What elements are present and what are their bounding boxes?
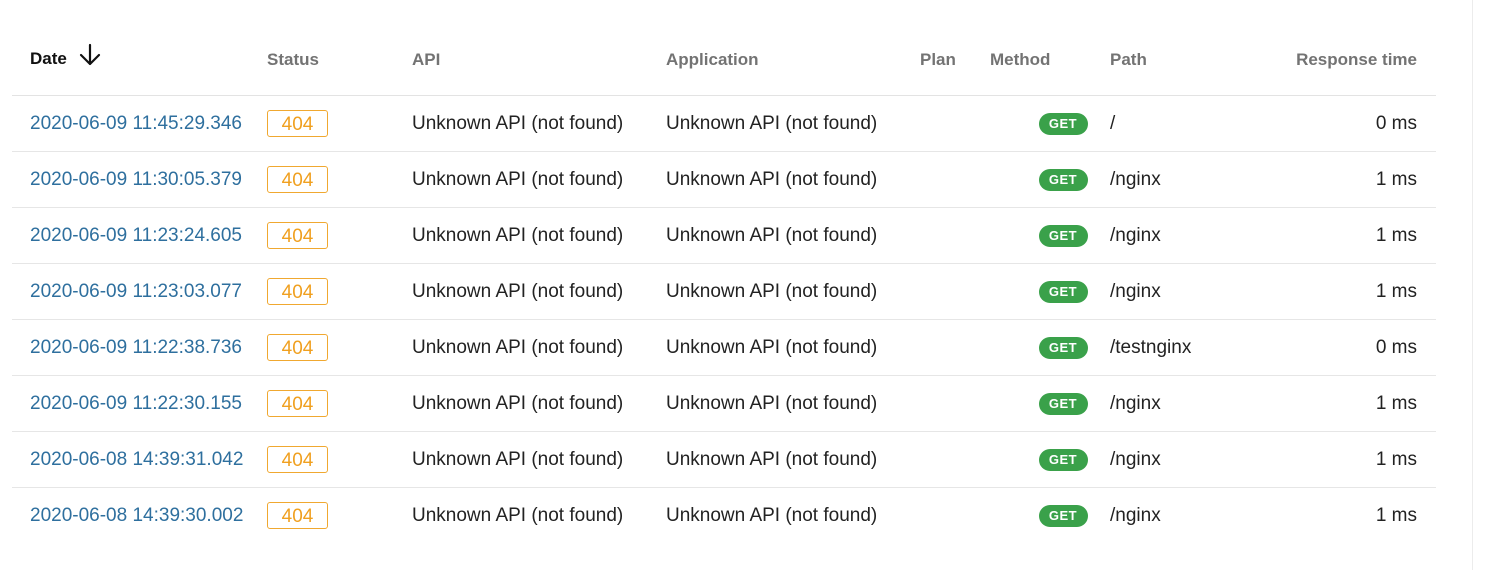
method-badge: GET — [1038, 113, 1088, 135]
status-badge: 404 — [267, 502, 328, 529]
date-link[interactable]: 2020-06-08 14:39:31.042 — [30, 449, 243, 470]
path-cell: /nginx — [1110, 263, 1280, 320]
column-header-response-time[interactable]: Response time — [1280, 24, 1436, 96]
api-cell: Unknown API (not found) — [412, 375, 666, 432]
application-cell: Unknown API (not found) — [666, 431, 920, 488]
method-badge: GET — [1038, 505, 1088, 527]
method-badge: GET — [1038, 449, 1088, 471]
path-cell: /testnginx — [1110, 319, 1280, 376]
path-cell: /nginx — [1110, 207, 1280, 264]
path-cell: / — [1110, 95, 1280, 152]
plan-cell — [920, 431, 990, 488]
date-link[interactable]: 2020-06-09 11:23:24.605 — [30, 225, 242, 246]
date-link[interactable]: 2020-06-09 11:30:05.379 — [30, 169, 242, 190]
method-badge: GET — [1038, 337, 1088, 359]
date-link[interactable]: 2020-06-09 11:22:30.155 — [30, 393, 242, 414]
date-link[interactable]: 2020-06-09 11:23:03.077 — [30, 281, 242, 302]
plan-cell — [920, 151, 990, 208]
table-row[interactable]: 2020-06-08 14:39:31.042 404 Unknown API … — [12, 431, 1436, 488]
method-badge: GET — [1038, 393, 1088, 415]
date-link[interactable]: 2020-06-09 11:22:38.736 — [30, 337, 242, 358]
table-row[interactable]: 2020-06-09 11:45:29.346 404 Unknown API … — [12, 95, 1436, 152]
application-cell: Unknown API (not found) — [666, 263, 920, 320]
api-cell: Unknown API (not found) — [412, 151, 666, 208]
response-time-cell: 1 ms — [1280, 207, 1436, 264]
table-row[interactable]: 2020-06-09 11:23:03.077 404 Unknown API … — [12, 263, 1436, 320]
plan-cell — [920, 263, 990, 320]
response-time-cell: 0 ms — [1280, 95, 1436, 152]
api-cell: Unknown API (not found) — [412, 207, 666, 264]
application-cell: Unknown API (not found) — [666, 151, 920, 208]
response-time-cell: 1 ms — [1280, 151, 1436, 208]
table-row[interactable]: 2020-06-08 14:39:30.002 404 Unknown API … — [12, 488, 1436, 544]
path-cell: /nginx — [1110, 151, 1280, 208]
application-cell: Unknown API (not found) — [666, 95, 920, 152]
table-row[interactable]: 2020-06-09 11:22:38.736 404 Unknown API … — [12, 319, 1436, 376]
column-header-status[interactable]: Status — [267, 24, 412, 96]
plan-cell — [920, 95, 990, 152]
response-time-cell: 1 ms — [1280, 431, 1436, 488]
plan-cell — [920, 207, 990, 264]
response-time-cell: 1 ms — [1280, 263, 1436, 320]
method-badge: GET — [1038, 225, 1088, 247]
application-cell: Unknown API (not found) — [666, 207, 920, 264]
path-cell: /nginx — [1110, 375, 1280, 432]
method-badge: GET — [1038, 169, 1088, 191]
status-badge: 404 — [267, 390, 328, 417]
application-cell: Unknown API (not found) — [666, 375, 920, 432]
status-badge: 404 — [267, 446, 328, 473]
path-cell: /nginx — [1110, 504, 1161, 526]
response-time-cell: 1 ms — [1280, 375, 1436, 432]
status-badge: 404 — [267, 110, 328, 137]
column-header-plan[interactable]: Plan — [920, 24, 990, 96]
scroll-divider — [1472, 0, 1473, 570]
plan-cell — [920, 375, 990, 432]
status-badge: 404 — [267, 334, 328, 361]
table-row[interactable]: 2020-06-09 11:22:30.155 404 Unknown API … — [12, 375, 1436, 432]
logs-table: Date Status API Application Plan Method … — [12, 24, 1436, 543]
method-badge: GET — [1038, 281, 1088, 303]
application-cell: Unknown API (not found) — [666, 504, 878, 526]
plan-cell — [920, 488, 990, 544]
api-cell: Unknown API (not found) — [412, 431, 666, 488]
status-badge: 404 — [267, 166, 328, 193]
response-time-cell: 0 ms — [1280, 319, 1436, 376]
column-header-path[interactable]: Path — [1110, 24, 1280, 96]
api-cell: Unknown API (not found) — [412, 319, 666, 376]
column-header-api[interactable]: API — [412, 24, 666, 96]
api-cell: Unknown API (not found) — [412, 504, 624, 526]
column-header-date-label: Date — [30, 48, 67, 68]
column-header-method[interactable]: Method — [990, 24, 1110, 96]
date-link[interactable]: 2020-06-09 11:45:29.346 — [30, 113, 242, 134]
application-cell: Unknown API (not found) — [666, 319, 920, 376]
api-cell: Unknown API (not found) — [412, 95, 666, 152]
table-header-row: Date Status API Application Plan Method … — [12, 24, 1436, 96]
status-badge: 404 — [267, 278, 328, 305]
arrow-down-icon[interactable] — [78, 43, 102, 72]
logs-page: Date Status API Application Plan Method … — [0, 0, 1491, 570]
api-cell: Unknown API (not found) — [412, 263, 666, 320]
table-row[interactable]: 2020-06-09 11:23:24.605 404 Unknown API … — [12, 207, 1436, 264]
status-badge: 404 — [267, 222, 328, 249]
path-cell: /nginx — [1110, 431, 1280, 488]
column-header-date[interactable]: Date — [12, 24, 267, 96]
column-header-application[interactable]: Application — [666, 24, 920, 96]
date-link[interactable]: 2020-06-08 14:39:30.002 — [30, 505, 243, 526]
response-time-cell: 1 ms — [1375, 504, 1417, 526]
plan-cell — [920, 319, 990, 376]
table-row[interactable]: 2020-06-09 11:30:05.379 404 Unknown API … — [12, 151, 1436, 208]
